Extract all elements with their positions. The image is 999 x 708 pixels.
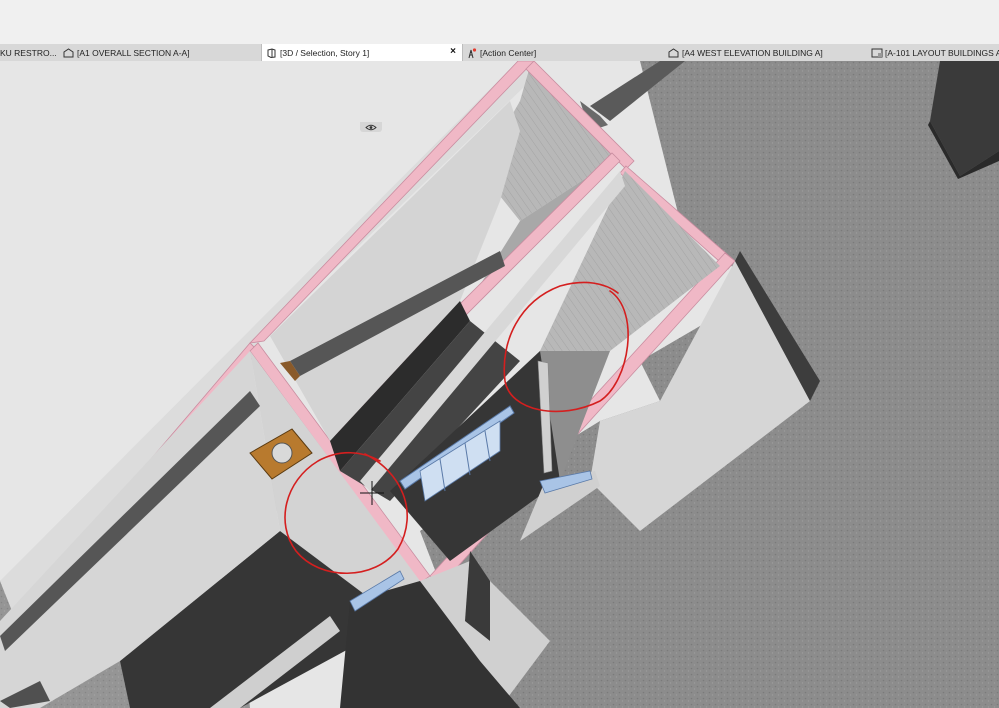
- tab-ku-restro[interactable]: KU RESTRO...: [0, 44, 58, 61]
- tab-3d-selection-story-1[interactable]: [3D / Selection, Story 1] ×: [261, 44, 463, 61]
- tab-a101-layout[interactable]: [A-101 LAYOUT BUILDINGS A and B]: [868, 44, 999, 61]
- window-title-area: [0, 0, 999, 44]
- view-tab-bar: KU RESTRO... [A1 OVERALL SECTION A-A] [3…: [0, 44, 999, 62]
- tab-action-center[interactable]: [Action Center]: [464, 44, 664, 61]
- tab-a1-overall-section[interactable]: [A1 OVERALL SECTION A-A]: [58, 44, 260, 61]
- cube-3d-icon: [266, 47, 277, 58]
- action-center-icon: [466, 47, 477, 58]
- tab-label: [3D / Selection, Story 1]: [280, 47, 370, 58]
- tab-label: KU RESTRO...: [0, 47, 57, 58]
- tab-label: [Action Center]: [480, 47, 537, 58]
- tab-label: [A-101 LAYOUT BUILDINGS A and B]: [885, 47, 999, 58]
- elevation-icon: [668, 47, 679, 58]
- section-icon: [63, 47, 74, 58]
- tab-a4-west-elevation[interactable]: [A4 WEST ELEVATION BUILDING A]: [664, 44, 868, 61]
- tab-label: [A4 WEST ELEVATION BUILDING A]: [682, 47, 823, 58]
- 3d-model-viewport[interactable]: [0, 61, 999, 708]
- tab-label: [A1 OVERALL SECTION A-A]: [77, 47, 190, 58]
- eye-icon[interactable]: [360, 122, 382, 132]
- 3d-model-render: [0, 61, 999, 708]
- layout-icon: [871, 48, 883, 58]
- close-tab-icon[interactable]: ×: [450, 46, 456, 57]
